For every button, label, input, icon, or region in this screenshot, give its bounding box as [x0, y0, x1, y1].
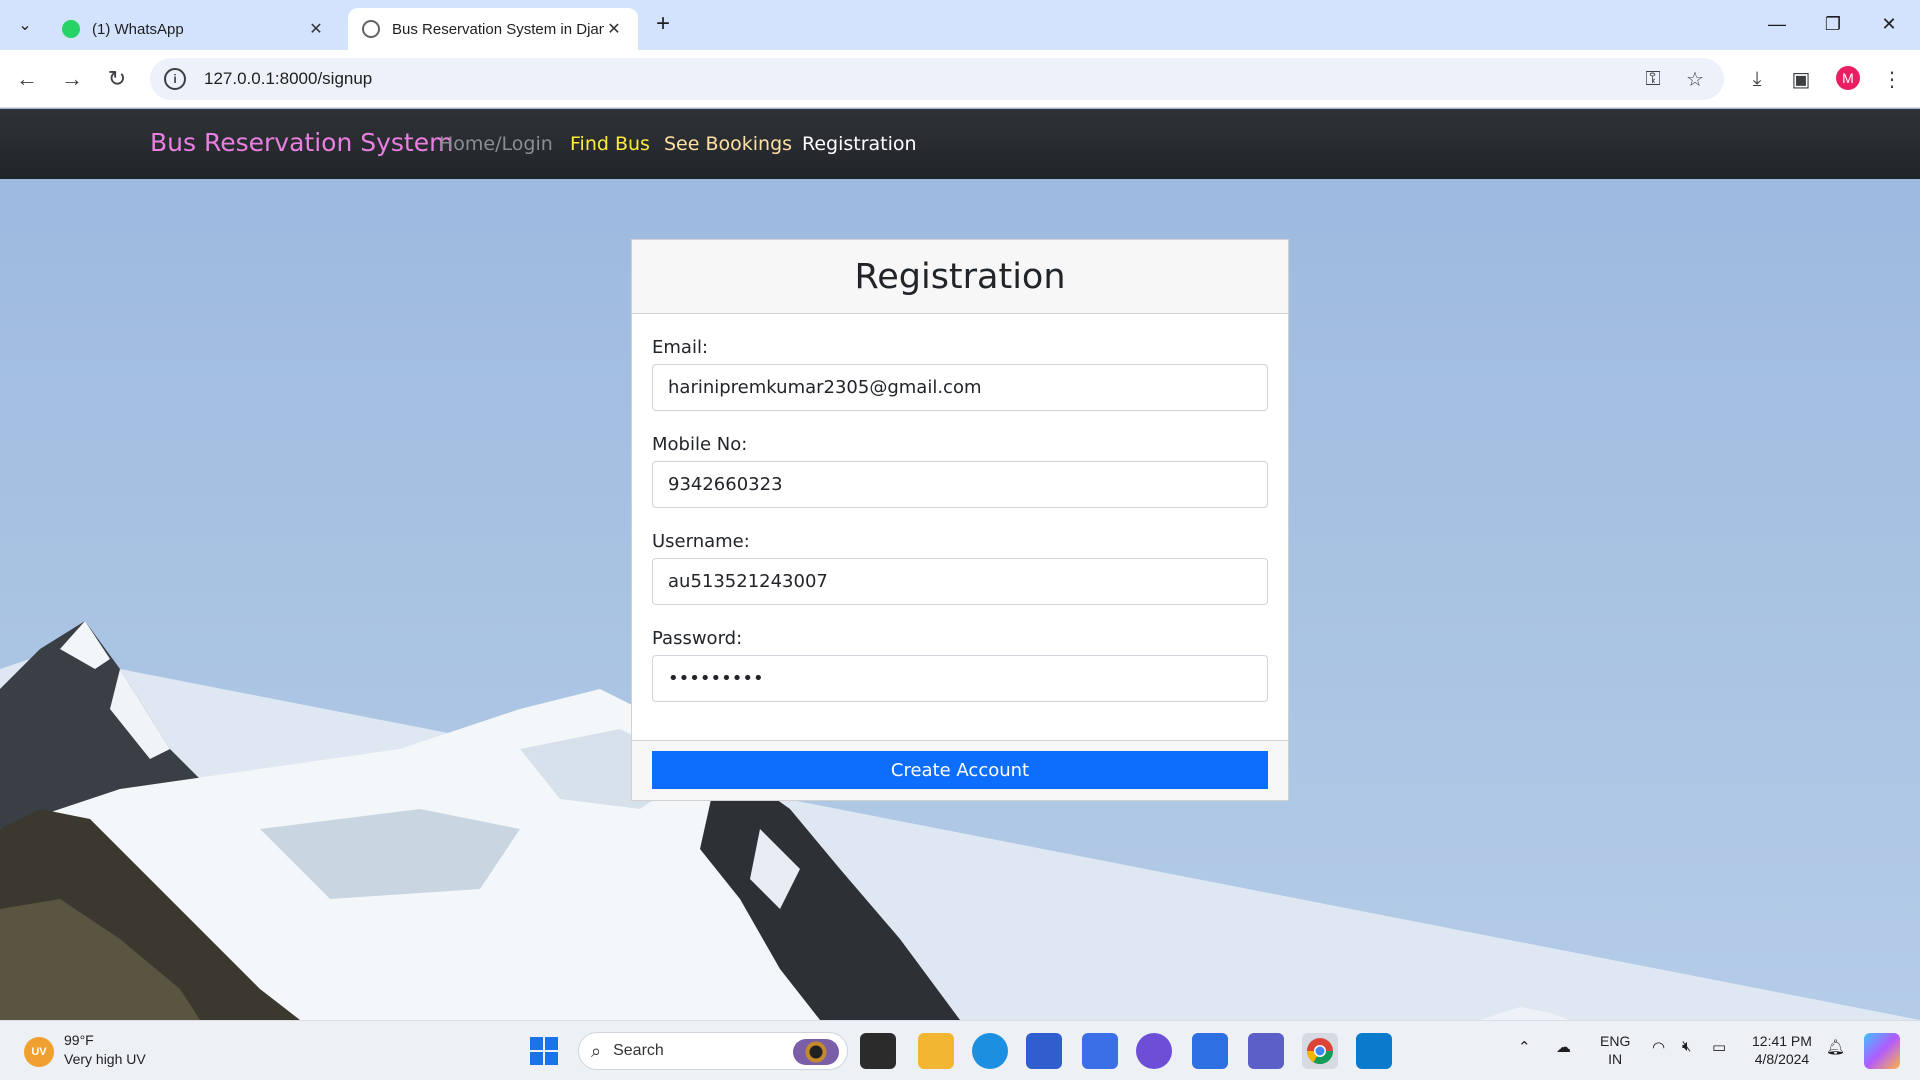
- search-icon: ⌕: [591, 1040, 602, 1061]
- browser-toolbar: ← → ↻ i 127.0.0.1:8000/signup ⚿ ☆ ⤓ ▣ ⋮: [0, 50, 1920, 108]
- teams-icon[interactable]: [1248, 1033, 1284, 1069]
- site-info-icon[interactable]: i: [164, 68, 186, 90]
- profile-avatar[interactable]: M: [1836, 66, 1860, 90]
- tab-title: (1) WhatsApp: [92, 20, 184, 38]
- clock-date: 4/8/2024: [1754, 1051, 1810, 1067]
- taskbar-search[interactable]: ⌕ Search: [578, 1032, 848, 1070]
- download-icon[interactable]: ⤓: [1742, 64, 1772, 94]
- card-footer: Create Account: [632, 740, 1288, 800]
- weather-description[interactable]: Very high UV: [64, 1051, 146, 1067]
- battery-icon[interactable]: ▭: [1712, 1038, 1726, 1056]
- region-code: IN: [1608, 1051, 1623, 1067]
- mobile-label: Mobile No:: [652, 434, 748, 455]
- tab-title: Bus Reservation System in Djan: [392, 20, 604, 38]
- menu-dots-icon[interactable]: ⋮: [1877, 64, 1907, 94]
- edge-icon[interactable]: [972, 1033, 1008, 1069]
- clock-time: 12:41 PM: [1752, 1033, 1812, 1049]
- username-label: Username:: [652, 531, 750, 552]
- password-field-group: Password: •••••••••: [652, 628, 1268, 702]
- clipchamp-icon[interactable]: [1136, 1033, 1172, 1069]
- tab-search-chevron-icon[interactable]: ⌄: [9, 9, 41, 41]
- mobile-field[interactable]: 9342660323: [652, 461, 1268, 508]
- whatsapp-icon: [62, 20, 80, 38]
- bookmark-star-icon[interactable]: ☆: [1682, 66, 1708, 92]
- microsoft-store-icon[interactable]: [1026, 1033, 1062, 1069]
- minimize-icon[interactable]: —: [1752, 8, 1802, 40]
- password-key-icon[interactable]: ⚿: [1640, 66, 1666, 92]
- show-hidden-icons-icon[interactable]: ⌃: [1518, 1038, 1531, 1056]
- language-code: ENG: [1600, 1033, 1631, 1049]
- task-view-icon[interactable]: [860, 1033, 896, 1069]
- windows-start-icon[interactable]: [526, 1033, 562, 1069]
- forward-arrow-icon[interactable]: →: [55, 62, 89, 96]
- mobile-field-group: Mobile No: 9342660323: [652, 434, 1268, 508]
- registration-card: Registration Email: harinipremkumar2305@…: [631, 239, 1289, 801]
- brand-link[interactable]: Bus Reservation System: [150, 128, 453, 157]
- card-header: Registration: [632, 240, 1288, 314]
- system-clock[interactable]: 12:41 PM 4/8/2024: [1752, 1032, 1812, 1068]
- globe-icon: [362, 20, 380, 38]
- back-arrow-icon[interactable]: ←: [10, 62, 44, 96]
- widgets-icon[interactable]: [1082, 1033, 1118, 1069]
- chrome-icon[interactable]: [1302, 1033, 1338, 1069]
- onedrive-cloud-icon[interactable]: ☁: [1556, 1038, 1571, 1056]
- nav-registration[interactable]: Registration: [802, 133, 917, 155]
- volume-muted-icon[interactable]: 🔇︎: [1682, 1038, 1691, 1055]
- browser-tab-strip: ⌄ (1) WhatsApp ✕ Bus Reservation System …: [0, 0, 1920, 50]
- site-navbar: Bus Reservation System Home/Login Find B…: [0, 109, 1920, 179]
- nav-home-login[interactable]: Home/Login: [439, 133, 553, 155]
- address-bar[interactable]: i 127.0.0.1:8000/signup ⚿ ☆: [150, 58, 1724, 100]
- email-label: Email:: [652, 337, 709, 358]
- close-icon[interactable]: ✕: [306, 19, 326, 39]
- username-field[interactable]: au513521243007: [652, 558, 1268, 605]
- username-field-group: Username: au513521243007: [652, 531, 1268, 605]
- notification-bell-icon[interactable]: 🔔︎: [1826, 1038, 1845, 1056]
- weather-uv-icon[interactable]: UV: [24, 1037, 54, 1067]
- search-highlight-icon: [793, 1039, 839, 1065]
- create-account-button[interactable]: Create Account: [652, 751, 1268, 789]
- password-field[interactable]: •••••••••: [652, 655, 1268, 702]
- wifi-icon[interactable]: ◠: [1652, 1038, 1665, 1056]
- restore-icon[interactable]: ❐: [1808, 8, 1858, 40]
- page-viewport: Bus Reservation System Home/Login Find B…: [0, 109, 1920, 1020]
- weather-temperature[interactable]: 99°F: [64, 1032, 94, 1048]
- email-field-group: Email: harinipremkumar2305@gmail.com: [652, 337, 1268, 411]
- search-placeholder: Search: [613, 1042, 664, 1059]
- nav-see-bookings[interactable]: See Bookings: [664, 133, 792, 155]
- file-explorer-icon[interactable]: [918, 1033, 954, 1069]
- email-field[interactable]: harinipremkumar2305@gmail.com: [652, 364, 1268, 411]
- password-label: Password:: [652, 628, 743, 649]
- tab-whatsapp[interactable]: (1) WhatsApp ✕: [48, 8, 340, 50]
- language-indicator[interactable]: ENG IN: [1600, 1032, 1630, 1068]
- nav-find-bus[interactable]: Find Bus: [570, 133, 650, 155]
- window-close-icon[interactable]: ✕: [1864, 8, 1914, 40]
- url-text[interactable]: 127.0.0.1:8000/signup: [204, 69, 372, 89]
- side-panel-icon[interactable]: ▣: [1786, 64, 1816, 94]
- reload-icon[interactable]: ↻: [100, 62, 134, 96]
- windows-taskbar: UV 99°F Very high UV ⌕ Search ⌃ ☁ ENG IN…: [0, 1020, 1920, 1080]
- copilot-icon[interactable]: [1864, 1033, 1900, 1069]
- zoom-icon[interactable]: [1192, 1033, 1228, 1069]
- close-icon[interactable]: ✕: [604, 19, 624, 39]
- form-title: Registration: [854, 256, 1066, 297]
- tab-bus-reservation[interactable]: Bus Reservation System in Djan ✕: [348, 8, 638, 50]
- new-tab-plus-icon[interactable]: +: [650, 12, 676, 38]
- vscode-icon[interactable]: [1356, 1033, 1392, 1069]
